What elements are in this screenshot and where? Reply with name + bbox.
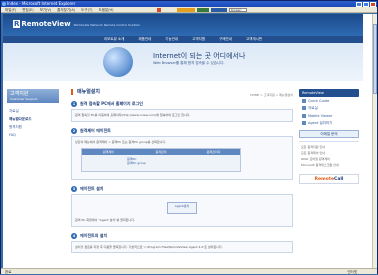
step-number-badge: 4: [71, 232, 77, 239]
breadcrumb: HOME > 고객지원 > 매뉴얼설치: [250, 93, 293, 97]
site-logo[interactable]: R RemoteView Worldwide Network Remote Cont…: [13, 20, 140, 28]
step-description: Agent설치 원격 PC 화면에서 "Agent 설치"를 클릭합니다.: [71, 194, 293, 227]
ie-icon: [2, 2, 6, 6]
table-header: 원격관리자: [206, 150, 221, 154]
nav-item-purchase[interactable]: 구매안내: [219, 36, 232, 43]
minimize-button[interactable]: [356, 1, 362, 7]
quick-link-guide[interactable]: Quick Guide: [299, 97, 359, 104]
menu-screenshot-table: 원격제어 원격관리 원격관리자 원격PC 원격PC group: [81, 148, 241, 172]
page-viewport: R RemoteView Worldwide Network Remote Cont…: [3, 14, 377, 268]
browser-window: Index - Microsoft Internet Explorer 파일(F…: [0, 0, 378, 274]
step-title: 에이전트 설치: [80, 186, 104, 191]
left-sidebar: 고객지원 Customer Support 자료실 매뉴얼다운로드 원격지원 FA…: [3, 89, 63, 138]
step-section: 2 원격제어 에이전트 상단의 메뉴에서 원격제어 > 원격PC 또는 원격PC …: [71, 127, 293, 180]
step-title: 원격제어 에이전트: [80, 127, 111, 133]
maximize-button[interactable]: [363, 1, 369, 7]
menu-tools[interactable]: 도구(T): [81, 7, 92, 12]
sidebar-item-remote-support[interactable]: 원격지원: [3, 123, 63, 131]
table-header: 원격관리: [155, 150, 167, 154]
step-section: 3 에이전트 설치 Agent설치 원격 PC 화면에서 "Agent 설치"를 …: [71, 186, 293, 227]
quick-link-agent[interactable]: Agent 설치하기: [299, 119, 359, 127]
menu-file[interactable]: 파일(F): [5, 7, 16, 12]
related-links: 모든 원격지원 안내 모든 원격제어 안내 ONLY 모바일 원격제어 Micr…: [299, 141, 359, 168]
menu-bar: 파일(F) 편집(E) 보기(V) 즐겨찾기(A) 도구(T) 도움말(H) K…: [1, 7, 377, 13]
table-header: 원격제어: [102, 150, 114, 154]
main-content: 매뉴얼설치 HOME > 고객지원 > 매뉴얼설치 1 원격 접속할 PC에서 홈…: [71, 89, 293, 253]
status-bar: 완료 인터넷: [1, 268, 377, 274]
nav-item-about[interactable]: 리모트뷰 소개: [104, 36, 124, 43]
step-description: 설치할 경로를 지정 후 다음을 클릭합니다. 기본적으로 'c:\Progra…: [71, 240, 293, 253]
banner-subtitle: Web Browser를 통해 원격 접속을 수 있습니다.: [153, 61, 225, 65]
menu-help[interactable]: 도움말(H): [98, 7, 113, 12]
quick-link-mobile[interactable]: Mobile Viewer: [299, 112, 359, 119]
menu-edit[interactable]: 편집(E): [22, 7, 33, 12]
toolbar-button-c[interactable]: [197, 8, 209, 12]
logo-r-icon: R: [13, 20, 21, 28]
nav-item-support[interactable]: 고객지원: [192, 36, 205, 43]
remotecall-banner[interactable]: RemoteCall: [299, 174, 359, 184]
step-description: 원격 접속할 PC를 이용하여 홈페이지(http://www.rview.co…: [71, 109, 293, 122]
email-inquiry-button[interactable]: 이메일 문의: [299, 130, 359, 138]
nav-item-board[interactable]: 고객게시판: [246, 36, 262, 43]
step-section: 1 원격 접속할 PC에서 홈페이지 로그인 원격 접속할 PC를 이용하여 홈페…: [71, 101, 293, 122]
quick-menu-header: RemoteView: [299, 89, 359, 97]
hero-banner: Internet이 되는 곳 어디에서나 Web Browser를 통해 원격 …: [3, 43, 363, 81]
toolbar-button-a[interactable]: [157, 8, 161, 12]
folder-icon: [302, 106, 306, 110]
security-zone: 인터넷: [347, 270, 357, 274]
step-number-badge: 1: [71, 101, 77, 107]
vertical-scrollbar[interactable]: [372, 14, 377, 268]
mobile-icon: [302, 113, 306, 118]
step-description: 상단의 메뉴에서 원격제어 > 원격PC 또는 원격PC group를 선택합니…: [71, 135, 293, 180]
related-link[interactable]: Microsoft 원격데스크톱 안내: [299, 162, 359, 168]
globe-icon: [103, 47, 133, 77]
nav-item-features[interactable]: 기능안내: [165, 36, 178, 43]
sidebar-heading: 고객지원 Customer Support: [7, 89, 59, 103]
book-icon: [302, 98, 306, 103]
step-number-badge: 3: [71, 186, 77, 192]
nav-item-products[interactable]: 제품안내: [138, 36, 151, 43]
sidebar-item-faq[interactable]: FAQ: [3, 131, 63, 138]
menu-favorites[interactable]: 즐겨찾기(A): [57, 7, 75, 12]
step-title: 에이전트의 설치: [80, 232, 108, 238]
agent-install-button[interactable]: Agent설치: [167, 202, 197, 214]
toolbar-button-b[interactable]: [177, 8, 195, 12]
sidebar-item-manual[interactable]: 매뉴얼다운로드: [3, 115, 63, 123]
main-nav: 리모트뷰 소개 제품안내 기능안내 고객지원 구매안내 고객게시판: [3, 36, 363, 43]
step-title: 원격 접속할 PC에서 홈페이지 로그인: [80, 101, 143, 106]
list-item[interactable]: 원격PC group: [127, 161, 240, 165]
status-text: 완료: [5, 270, 12, 274]
close-button[interactable]: [370, 1, 376, 7]
right-sidebar: RemoteView Quick Guide 자료실 Mobile Viewer…: [299, 89, 359, 184]
sidebar-item-downloads[interactable]: 자료실: [3, 107, 63, 115]
site-header: R RemoteView Worldwide Network Remote Cont…: [3, 14, 363, 36]
quick-link-downloads[interactable]: 자료실: [299, 104, 359, 112]
step-section: 4 에이전트의 설치 설치할 경로를 지정 후 다음을 클릭합니다. 기본적으로 …: [71, 232, 293, 253]
toolbar-button-d[interactable]: [211, 8, 227, 12]
download-icon: [302, 121, 306, 125]
banner-title: Internet이 되는 곳 어디에서나: [153, 52, 246, 60]
language-select[interactable]: Korean: [229, 8, 247, 12]
menu-view[interactable]: 보기(V): [40, 7, 52, 12]
window-title: Index - Microsoft Internet Explorer: [7, 1, 76, 6]
step-number-badge: 2: [71, 127, 77, 134]
scrollbar-thumb[interactable]: [373, 24, 377, 94]
